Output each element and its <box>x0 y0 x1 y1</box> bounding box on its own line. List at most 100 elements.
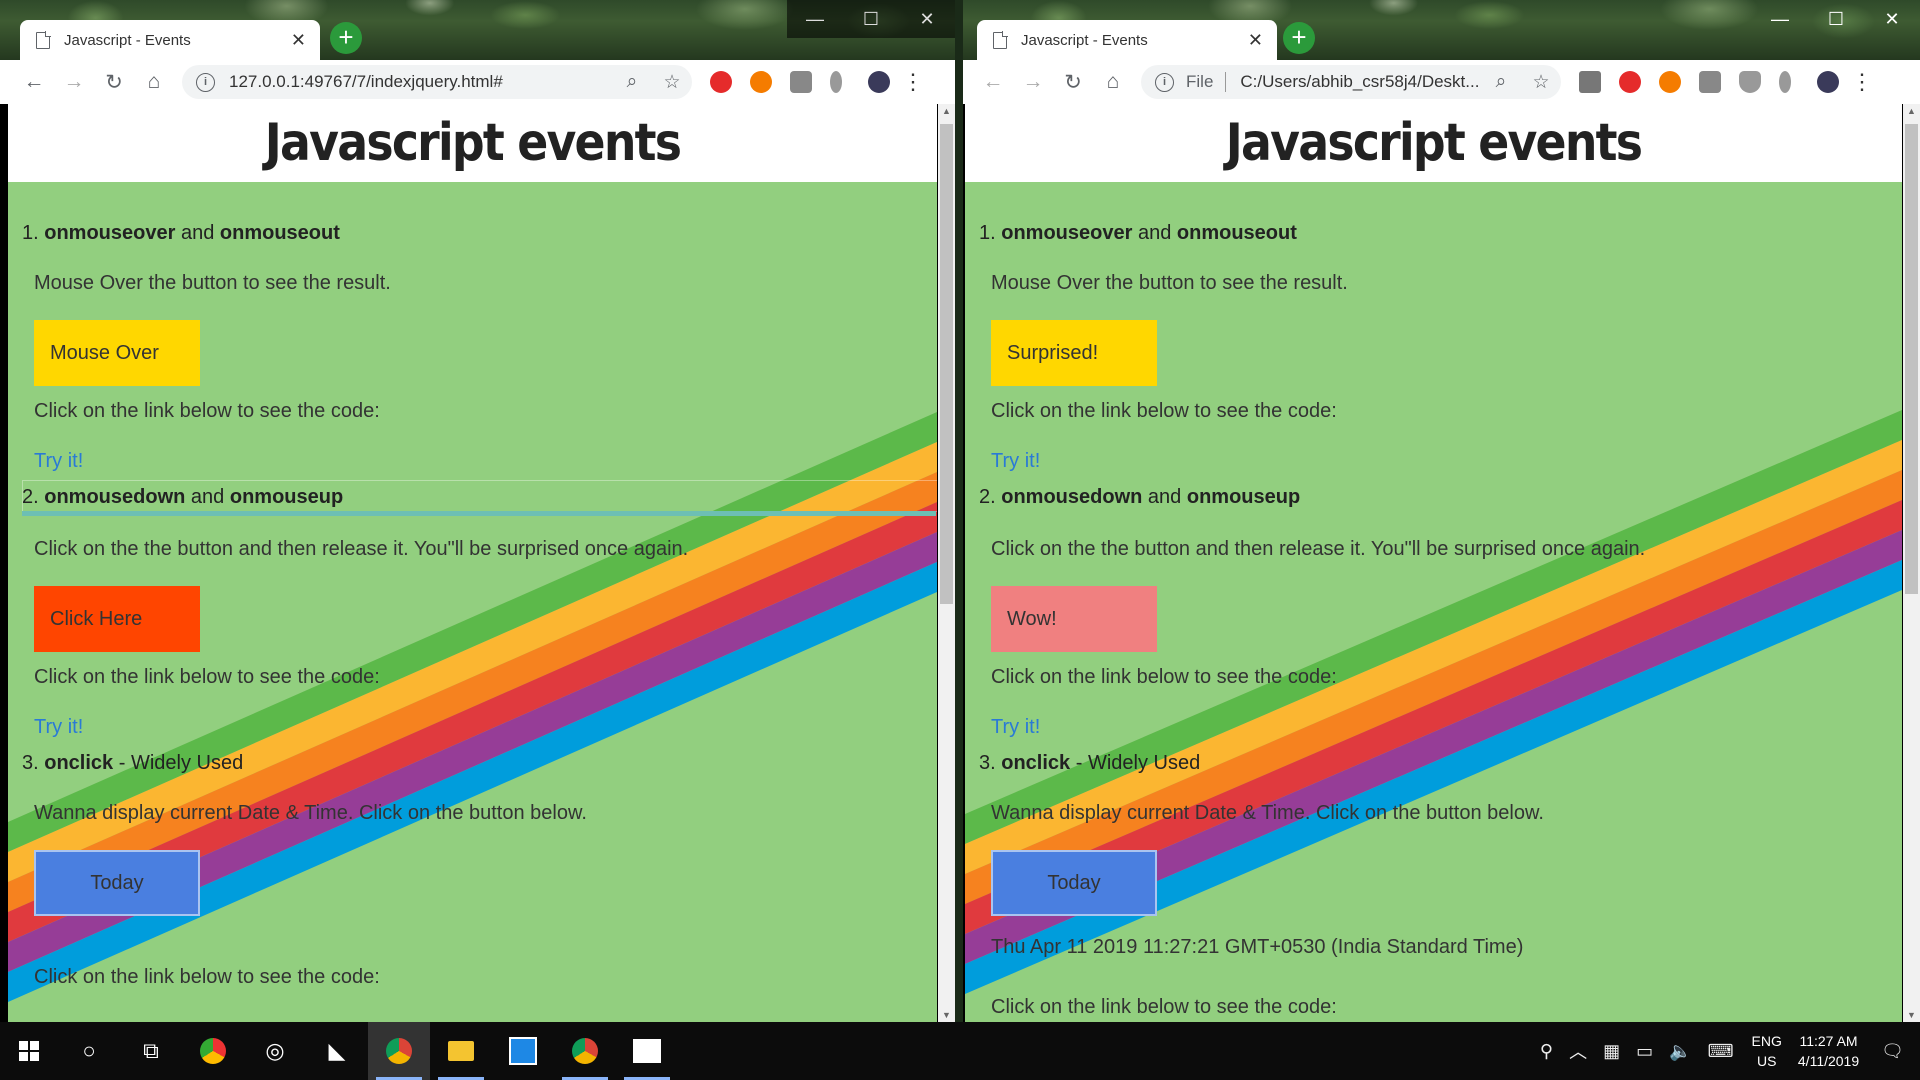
forward-icon[interactable]: → <box>54 70 94 94</box>
window-controls: — ☐ ✕ <box>1752 0 1920 38</box>
chrome-app-icon-2[interactable] <box>554 1022 616 1080</box>
file-explorer-icon[interactable] <box>430 1022 492 1080</box>
close-tab-icon[interactable]: ✕ <box>1248 30 1263 51</box>
new-tab-button[interactable]: + <box>330 22 362 54</box>
media-app-icon[interactable]: ◎ <box>244 1022 306 1080</box>
chrome-app-icon[interactable] <box>368 1022 430 1080</box>
zoom-icon[interactable]: ⌕ <box>1481 71 1521 93</box>
today-button[interactable]: Today <box>991 850 1157 916</box>
home-icon[interactable]: ⌂ <box>134 70 174 94</box>
reload-icon[interactable]: ↻ <box>1053 70 1093 95</box>
location-extension-icon[interactable] <box>790 71 812 93</box>
new-tab-button[interactable]: + <box>1283 22 1315 54</box>
section-1-try-it-link[interactable]: Try it! <box>34 450 83 473</box>
page-header: Javascript events <box>965 104 1902 182</box>
profile-avatar[interactable] <box>1817 71 1839 93</box>
info-icon[interactable]: i <box>1155 72 1174 92</box>
browser-tab[interactable]: Javascript - Events ✕ <box>20 20 320 60</box>
zoom-icon[interactable]: ⌕ <box>612 71 652 93</box>
back-icon[interactable]: ← <box>14 70 54 94</box>
bookmark-star-icon[interactable]: ☆ <box>652 71 692 94</box>
mouseover-button[interactable]: Mouse Over <box>34 320 200 386</box>
browser-tab[interactable]: Javascript - Events ✕ <box>977 20 1277 60</box>
keyboard-icon[interactable]: ⌨ <box>1708 1041 1734 1062</box>
search-icon[interactable]: ○ <box>58 1022 120 1080</box>
task-view-icon[interactable]: ⧉ <box>120 1022 182 1080</box>
section-1-heading: 1. onmouseover and onmouseout <box>22 222 340 244</box>
tab-title: Javascript - Events <box>64 31 191 49</box>
section-1-heading: 1. onmouseover and onmouseout <box>979 222 1297 244</box>
home-icon[interactable]: ⌂ <box>1093 70 1133 94</box>
maximize-icon[interactable]: ☐ <box>843 0 899 38</box>
section-2-try-it-link[interactable]: Try it! <box>991 716 1040 739</box>
section-2-heading: 2. onmousedown and onmouseup <box>22 486 344 508</box>
page-title: Javascript events <box>264 113 682 173</box>
focus-underline <box>22 511 936 516</box>
page-title: Javascript events <box>1225 113 1643 173</box>
address-bar[interactable]: i 127.0.0.1:49767/7/indexjquery.html# ⌕ … <box>182 65 692 99</box>
scrollbar[interactable]: ▲ ▼ <box>938 104 955 1022</box>
shield-extension-icon[interactable] <box>1739 71 1761 93</box>
volume-icon[interactable]: 🔈 <box>1669 1041 1691 1062</box>
mousedown-button[interactable]: Click Here <box>34 586 200 652</box>
windows-start-icon[interactable] <box>0 1022 58 1080</box>
notifications-icon[interactable]: 🗨 <box>1881 1041 1904 1062</box>
show-hidden-icons-chevron-icon[interactable]: ︿ <box>1569 1038 1587 1064</box>
section-1-try-it-link[interactable]: Try it! <box>991 450 1040 473</box>
photos-app-icon[interactable] <box>616 1022 678 1080</box>
scroll-down-icon[interactable]: ▼ <box>1903 1010 1920 1020</box>
menu-icon[interactable]: ⋮ <box>898 69 928 95</box>
mouse-extension-icon[interactable] <box>830 71 842 93</box>
back-icon[interactable]: ← <box>973 70 1013 94</box>
editor-app-icon[interactable] <box>492 1022 554 1080</box>
today-button[interactable]: Today <box>34 850 200 916</box>
window-divider <box>955 0 963 1022</box>
battery-icon[interactable]: ▭ <box>1636 1041 1653 1062</box>
reload-icon[interactable]: ↻ <box>94 70 134 95</box>
ide-app-icon[interactable]: ◣ <box>306 1022 368 1080</box>
scroll-up-icon[interactable]: ▲ <box>1903 106 1920 116</box>
minimize-icon[interactable]: — <box>787 0 843 38</box>
input-language[interactable]: ENG US <box>1752 1031 1782 1071</box>
taskbar: ○ ⧉ ◎ ◣ ⚲ ︿ ▦ ▭ 🔈 ⌨ ENG US 11:27 AM 4/11… <box>0 1022 1920 1080</box>
location-extension-icon[interactable] <box>1699 71 1721 93</box>
section-2-code-prompt: Click on the link below to see the code: <box>34 666 380 688</box>
clock[interactable]: 11:27 AM 4/11/2019 <box>1798 1031 1859 1071</box>
infinity-extension-icon[interactable] <box>750 71 772 93</box>
maximize-icon[interactable]: ☐ <box>1808 0 1864 38</box>
section-3-heading: 3. onclick - Widely Used <box>979 752 1201 774</box>
section-1-code-prompt: Click on the link below to see the code: <box>34 400 380 422</box>
mousedown-button[interactable]: Wow! <box>991 586 1157 652</box>
network-icon[interactable]: ▦ <box>1603 1041 1620 1062</box>
close-tab-icon[interactable]: ✕ <box>291 30 306 51</box>
url-text[interactable]: C:/Users/abhib_csr58j4/Deskt... <box>1240 72 1481 92</box>
mouseover-button[interactable]: Surprised! <box>991 320 1157 386</box>
page-icon <box>993 30 1008 49</box>
titlebar: Javascript - Events ✕ + — ☐ ✕ <box>0 0 955 60</box>
pdf-extension-icon[interactable] <box>1579 71 1601 93</box>
infinity-extension-icon[interactable] <box>1659 71 1681 93</box>
page-content: Javascript events 1. onmouseover and onm… <box>8 104 937 1022</box>
adblock-extension-icon[interactable] <box>710 71 732 93</box>
browser-app-icon[interactable] <box>182 1022 244 1080</box>
scrollbar[interactable]: ▲ ▼ <box>1903 104 1920 1022</box>
forward-icon[interactable]: → <box>1013 70 1053 94</box>
adblock-extension-icon[interactable] <box>1619 71 1641 93</box>
info-icon[interactable]: i <box>196 72 215 92</box>
section-2-try-it-link[interactable]: Try it! <box>34 716 83 739</box>
close-window-icon[interactable]: ✕ <box>1864 0 1920 38</box>
close-window-icon[interactable]: ✕ <box>899 0 955 38</box>
minimize-icon[interactable]: — <box>1752 0 1808 38</box>
scrollbar-thumb[interactable] <box>1905 124 1918 594</box>
menu-icon[interactable]: ⋮ <box>1847 69 1877 95</box>
scrollbar-thumb[interactable] <box>940 124 953 604</box>
bookmark-star-icon[interactable]: ☆ <box>1521 71 1561 94</box>
people-icon[interactable]: ⚲ <box>1540 1041 1553 1062</box>
mouse-extension-icon[interactable] <box>1779 71 1791 93</box>
scroll-down-icon[interactable]: ▼ <box>938 1010 955 1020</box>
profile-avatar[interactable] <box>868 71 890 93</box>
url-text[interactable]: 127.0.0.1:49767/7/indexjquery.html# <box>229 72 612 92</box>
section-3-description: Wanna display current Date & Time. Click… <box>34 802 587 824</box>
address-bar[interactable]: i File C:/Users/abhib_csr58j4/Deskt... ⌕… <box>1141 65 1561 99</box>
scroll-up-icon[interactable]: ▲ <box>938 106 955 116</box>
